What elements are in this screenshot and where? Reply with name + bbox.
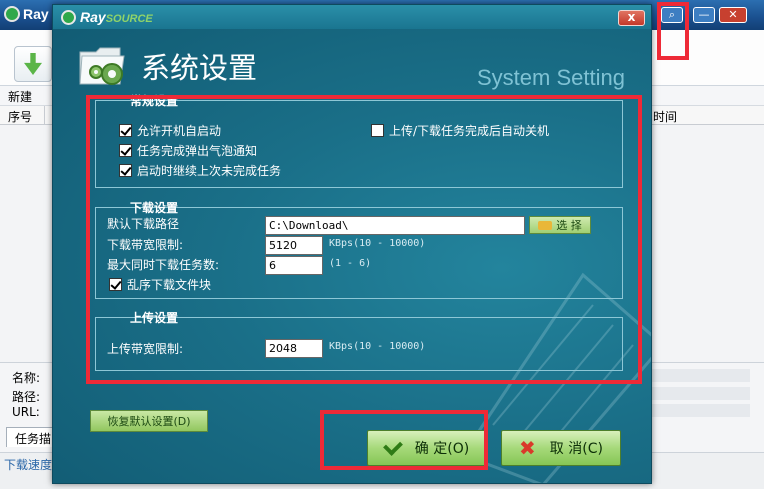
dialog-subtitle: System Setting <box>477 65 625 90</box>
logo-brand: Ray <box>80 9 106 25</box>
new-task-button[interactable]: 新建 <box>8 88 32 105</box>
info-value-bar <box>652 404 750 417</box>
info-value-bar <box>652 369 750 382</box>
main-logo-text: Ray <box>23 6 49 22</box>
logo-mark-icon <box>4 6 20 22</box>
main-close-button[interactable]: ✕ <box>719 7 747 23</box>
highlight-search-button <box>657 2 689 60</box>
logo-mark-icon <box>61 10 76 25</box>
download-speed-label: 下载速度 <box>4 458 53 472</box>
settings-folder-gear-icon <box>79 47 125 85</box>
highlight-settings-area <box>86 95 642 384</box>
highlight-ok-button <box>320 410 488 470</box>
info-label-name: 名称: <box>12 371 41 385</box>
dialog-title: 系统设置 <box>141 51 258 85</box>
info-label-path: 路径: <box>12 390 41 404</box>
logo-brand-suffix: SOURCE <box>105 13 153 25</box>
new-task-icon[interactable] <box>14 46 52 82</box>
column-header-time[interactable]: 时间 <box>653 108 677 125</box>
task-description-tab-label: 任务描 <box>15 432 52 446</box>
raysource-logo: RaySOURCE <box>61 9 153 25</box>
dialog-close-button[interactable]: x <box>618 10 645 26</box>
restore-defaults-button[interactable]: 恢复默认设置(D) <box>90 410 208 432</box>
info-label-url: URL: <box>12 405 40 419</box>
dialog-titlebar: RaySOURCE x <box>53 5 651 29</box>
cancel-button[interactable]: ✖ 取 消(C) <box>501 430 621 466</box>
info-value-bar <box>652 387 750 400</box>
column-header-index[interactable]: 序号 <box>8 108 32 125</box>
restore-defaults-label: 恢复默认设置(D) <box>107 415 191 428</box>
cross-icon: ✖ <box>519 436 536 460</box>
column-separator <box>44 106 45 125</box>
main-app-logo: Ray <box>4 6 49 22</box>
cancel-label: 取 消(C) <box>549 441 603 457</box>
main-minimize-button[interactable]: — <box>693 7 715 23</box>
